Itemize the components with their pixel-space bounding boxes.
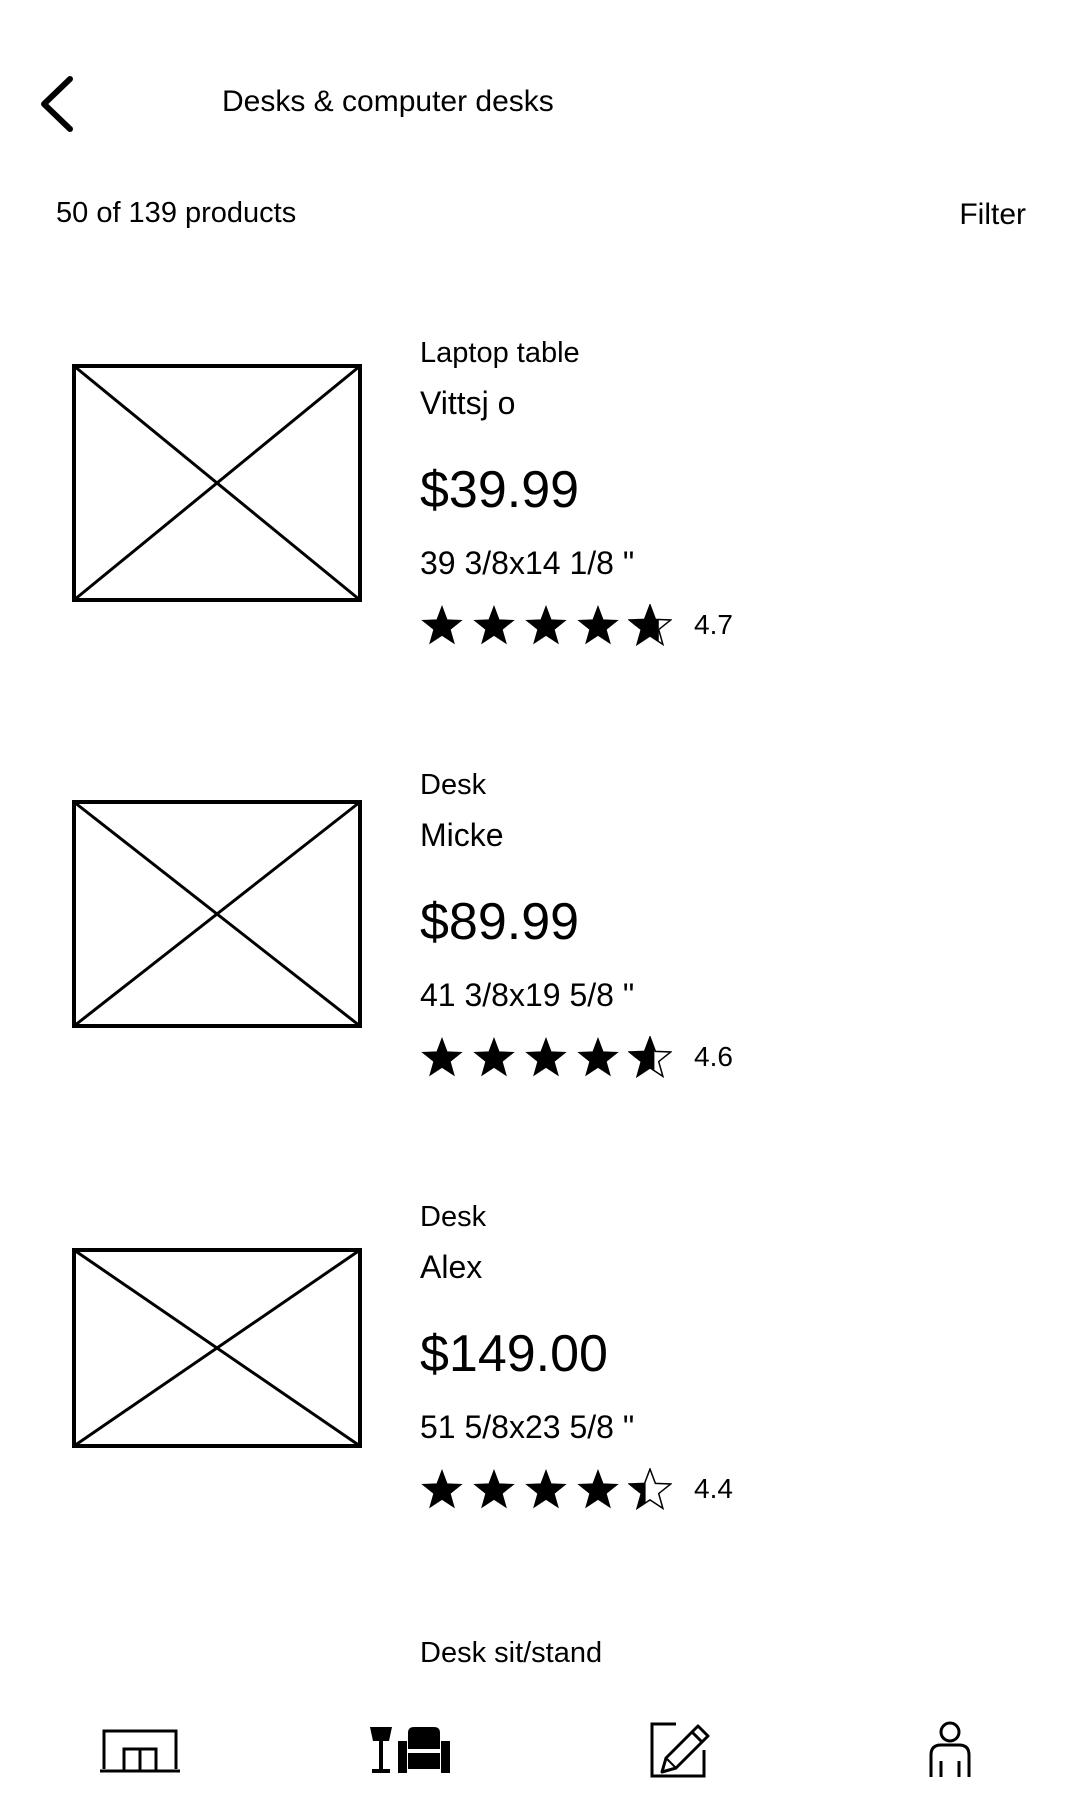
product-dimensions: 51 5/8x23 5/8 " xyxy=(420,1409,635,1445)
product-dimensions: 41 3/8x19 5/8 " xyxy=(420,977,635,1013)
page-title: Desks & computer desks xyxy=(222,85,554,118)
product-price: $89.99 xyxy=(420,893,580,951)
product-image[interactable] xyxy=(72,1248,362,1448)
product-category: Laptop table xyxy=(420,337,580,369)
star-partial-icon xyxy=(628,1036,672,1078)
product-name[interactable]: Alex xyxy=(420,1248,482,1286)
image-placeholder-icon xyxy=(72,1248,362,1448)
product-category: Desk xyxy=(420,1201,487,1233)
back-button[interactable] xyxy=(26,68,86,140)
star-filled-icon xyxy=(525,1469,567,1509)
product-name[interactable]: Micke xyxy=(420,816,504,854)
nav-item-design[interactable] xyxy=(630,1700,730,1800)
star-partial-icon xyxy=(628,1468,672,1510)
product-list-screen: Desks & computer desks 50 of 139 product… xyxy=(0,0,1080,1800)
star-filled-icon xyxy=(525,1037,567,1077)
product-rating: 4.4 xyxy=(420,1466,733,1512)
star-partial-icon xyxy=(628,604,672,646)
image-placeholder-icon xyxy=(72,364,362,602)
star-filled-icon xyxy=(473,1469,515,1509)
star-filled-icon xyxy=(577,605,619,645)
filter-button[interactable]: Filter xyxy=(959,198,1026,232)
rating-value: 4.6 xyxy=(694,1041,733,1072)
nav-item-furniture[interactable] xyxy=(360,1700,460,1800)
star-filled-icon xyxy=(473,1037,515,1077)
product-card[interactable]: Laptop table Vittsj o $39.99 39 3/8x14 1… xyxy=(0,336,1080,696)
product-image[interactable] xyxy=(72,800,362,1028)
nav-item-profile[interactable] xyxy=(900,1700,1000,1800)
design-pencil-icon xyxy=(650,1722,710,1778)
product-card[interactable]: Desk Alex $149.00 51 5/8x23 5/8 " 4.4 xyxy=(0,1200,1080,1560)
product-rating: 4.6 xyxy=(420,1034,733,1080)
product-category: Desk xyxy=(420,769,487,801)
product-price: $39.99 xyxy=(420,461,580,519)
product-name[interactable]: Vittsj o xyxy=(420,384,515,422)
product-category: Desk sit/stand xyxy=(420,1637,603,1669)
bottom-nav xyxy=(0,1700,1080,1800)
star-filled-icon xyxy=(421,1037,463,1077)
product-count: 50 of 139 products xyxy=(56,197,297,229)
product-dimensions: 39 3/8x14 1/8 " xyxy=(420,545,635,581)
rating-stars xyxy=(420,604,680,646)
profile-icon xyxy=(929,1721,971,1777)
product-price: $149.00 xyxy=(420,1325,608,1383)
star-filled-icon xyxy=(577,1469,619,1509)
star-filled-icon xyxy=(421,605,463,645)
rooms-icon xyxy=(100,1729,180,1773)
nav-item-rooms[interactable] xyxy=(90,1700,190,1800)
star-filled-icon xyxy=(525,605,567,645)
rating-value: 4.4 xyxy=(694,1473,733,1504)
star-filled-icon xyxy=(421,1469,463,1509)
chevron-left-icon xyxy=(41,76,73,132)
product-card[interactable]: Desk Micke $89.99 41 3/8x19 5/8 " 4.6 xyxy=(0,768,1080,1128)
rating-stars xyxy=(420,1036,680,1078)
product-rating: 4.7 xyxy=(420,602,733,648)
furniture-icon xyxy=(370,1727,450,1773)
star-filled-icon xyxy=(473,605,515,645)
star-filled-icon xyxy=(577,1037,619,1077)
rating-value: 4.7 xyxy=(694,609,733,640)
rating-stars xyxy=(420,1468,680,1510)
product-image[interactable] xyxy=(72,364,362,602)
image-placeholder-icon xyxy=(72,800,362,1028)
